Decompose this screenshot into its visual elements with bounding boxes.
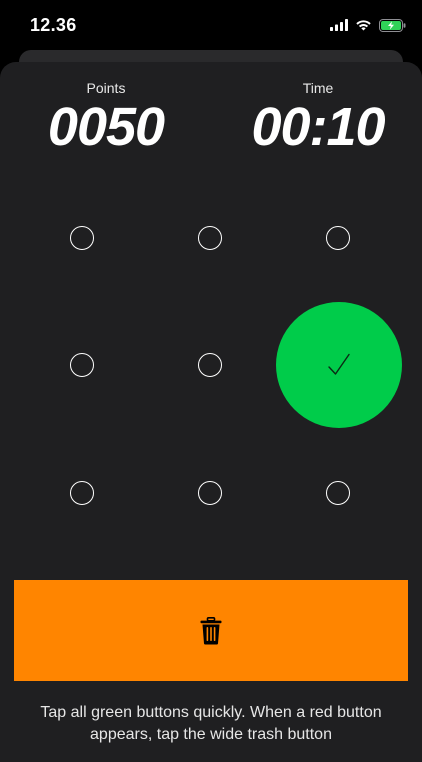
- time-display: Time 00:10: [238, 80, 398, 156]
- grid-button-r1c3[interactable]: [326, 226, 350, 250]
- status-time: 12.36: [30, 15, 77, 35]
- grid-button-r2c2[interactable]: [198, 353, 222, 377]
- points-label: Points: [86, 80, 126, 96]
- trash-button[interactable]: [14, 580, 408, 681]
- grid-button-r3c3[interactable]: [326, 481, 350, 505]
- time-value: 00:10: [251, 97, 385, 157]
- grid-button-r3c2[interactable]: [198, 481, 222, 505]
- wifi-icon: [356, 20, 371, 31]
- status-icons: [330, 17, 406, 33]
- cellular-signal-icon: [330, 19, 348, 31]
- points-display: Points 0050: [36, 80, 176, 156]
- grid-button-r1c2[interactable]: [198, 226, 222, 250]
- grid-button-r3c1[interactable]: [70, 481, 94, 505]
- instructions-text: Tap all green buttons quickly. When a re…: [40, 704, 382, 743]
- time-label: Time: [302, 80, 334, 96]
- trash-icon: [200, 616, 222, 644]
- green-target-button[interactable]: [276, 302, 402, 428]
- grid-button-r1c1[interactable]: [70, 226, 94, 250]
- points-value: 0050: [47, 97, 165, 157]
- status-bar: 12.36: [0, 0, 422, 50]
- checkmark-icon: [328, 353, 350, 375]
- grid-button-r2c1[interactable]: [70, 353, 94, 377]
- battery-charging-icon: [379, 18, 406, 32]
